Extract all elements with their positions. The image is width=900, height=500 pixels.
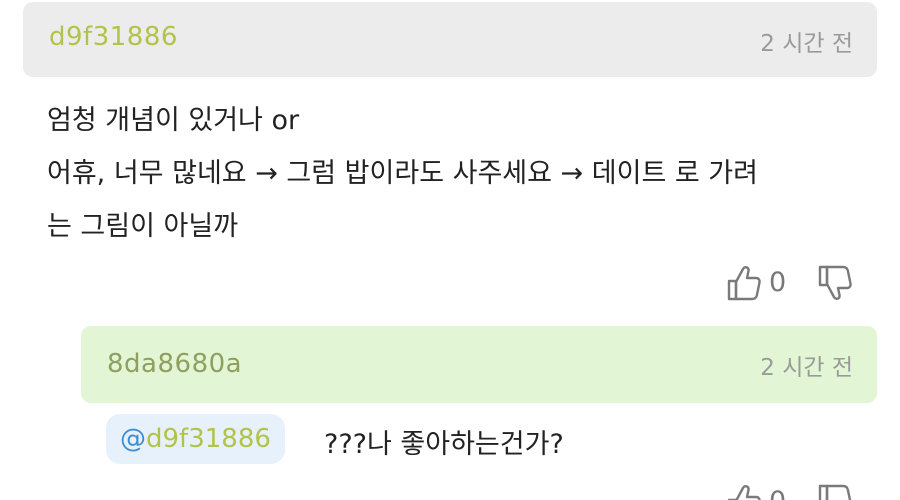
thumbs-up-icon [727,485,761,500]
dislike-button[interactable] [818,265,852,301]
reply-dislike-button[interactable] [818,484,852,500]
like-button[interactable] [727,265,761,301]
like-count: 0 [769,267,787,298]
comment-body: 엄청 개념이 있거나 or 어휴, 너무 많네요 → 그럼 밥이라도 사주세요 … [47,94,867,253]
reply-timestamp: 2 시간 전 [760,355,853,381]
comment-thread: d9f31886 2 시간 전 엄청 개념이 있거나 or 어휴, 너무 많네요… [0,0,900,500]
reply-votes: 0 [727,482,852,500]
comment-line: 어휴, 너무 많네요 → 그럼 밥이라도 사주세요 → 데이트 로 가려 [47,158,758,189]
reply-like-button[interactable] [727,484,761,500]
thumbs-up-icon [727,266,761,301]
comment-line: 는 그림이 아닐까 [47,211,239,242]
comment-line: 엄청 개념이 있거나 or [47,105,300,136]
reply-like-count: 0 [769,482,786,500]
comment-header: d9f31886 2 시간 전 [23,2,877,77]
comment-votes: 0 [727,263,852,303]
comment-author[interactable]: d9f31886 [49,22,178,52]
thumbs-down-icon [818,484,852,500]
comment-timestamp: 2 시간 전 [760,31,853,57]
mention-nickname: d9f31886 [146,424,271,454]
reply-header: 8da8680a 2 시간 전 [81,326,877,403]
reply-author[interactable]: 8da8680a [107,349,242,379]
mention-tag[interactable]: @ d9f31886 [106,414,285,464]
thumbs-down-icon [818,265,852,300]
reply-text: ???나 좋아하는건가? [324,429,564,460]
mention-at-sign: @ [120,424,146,454]
